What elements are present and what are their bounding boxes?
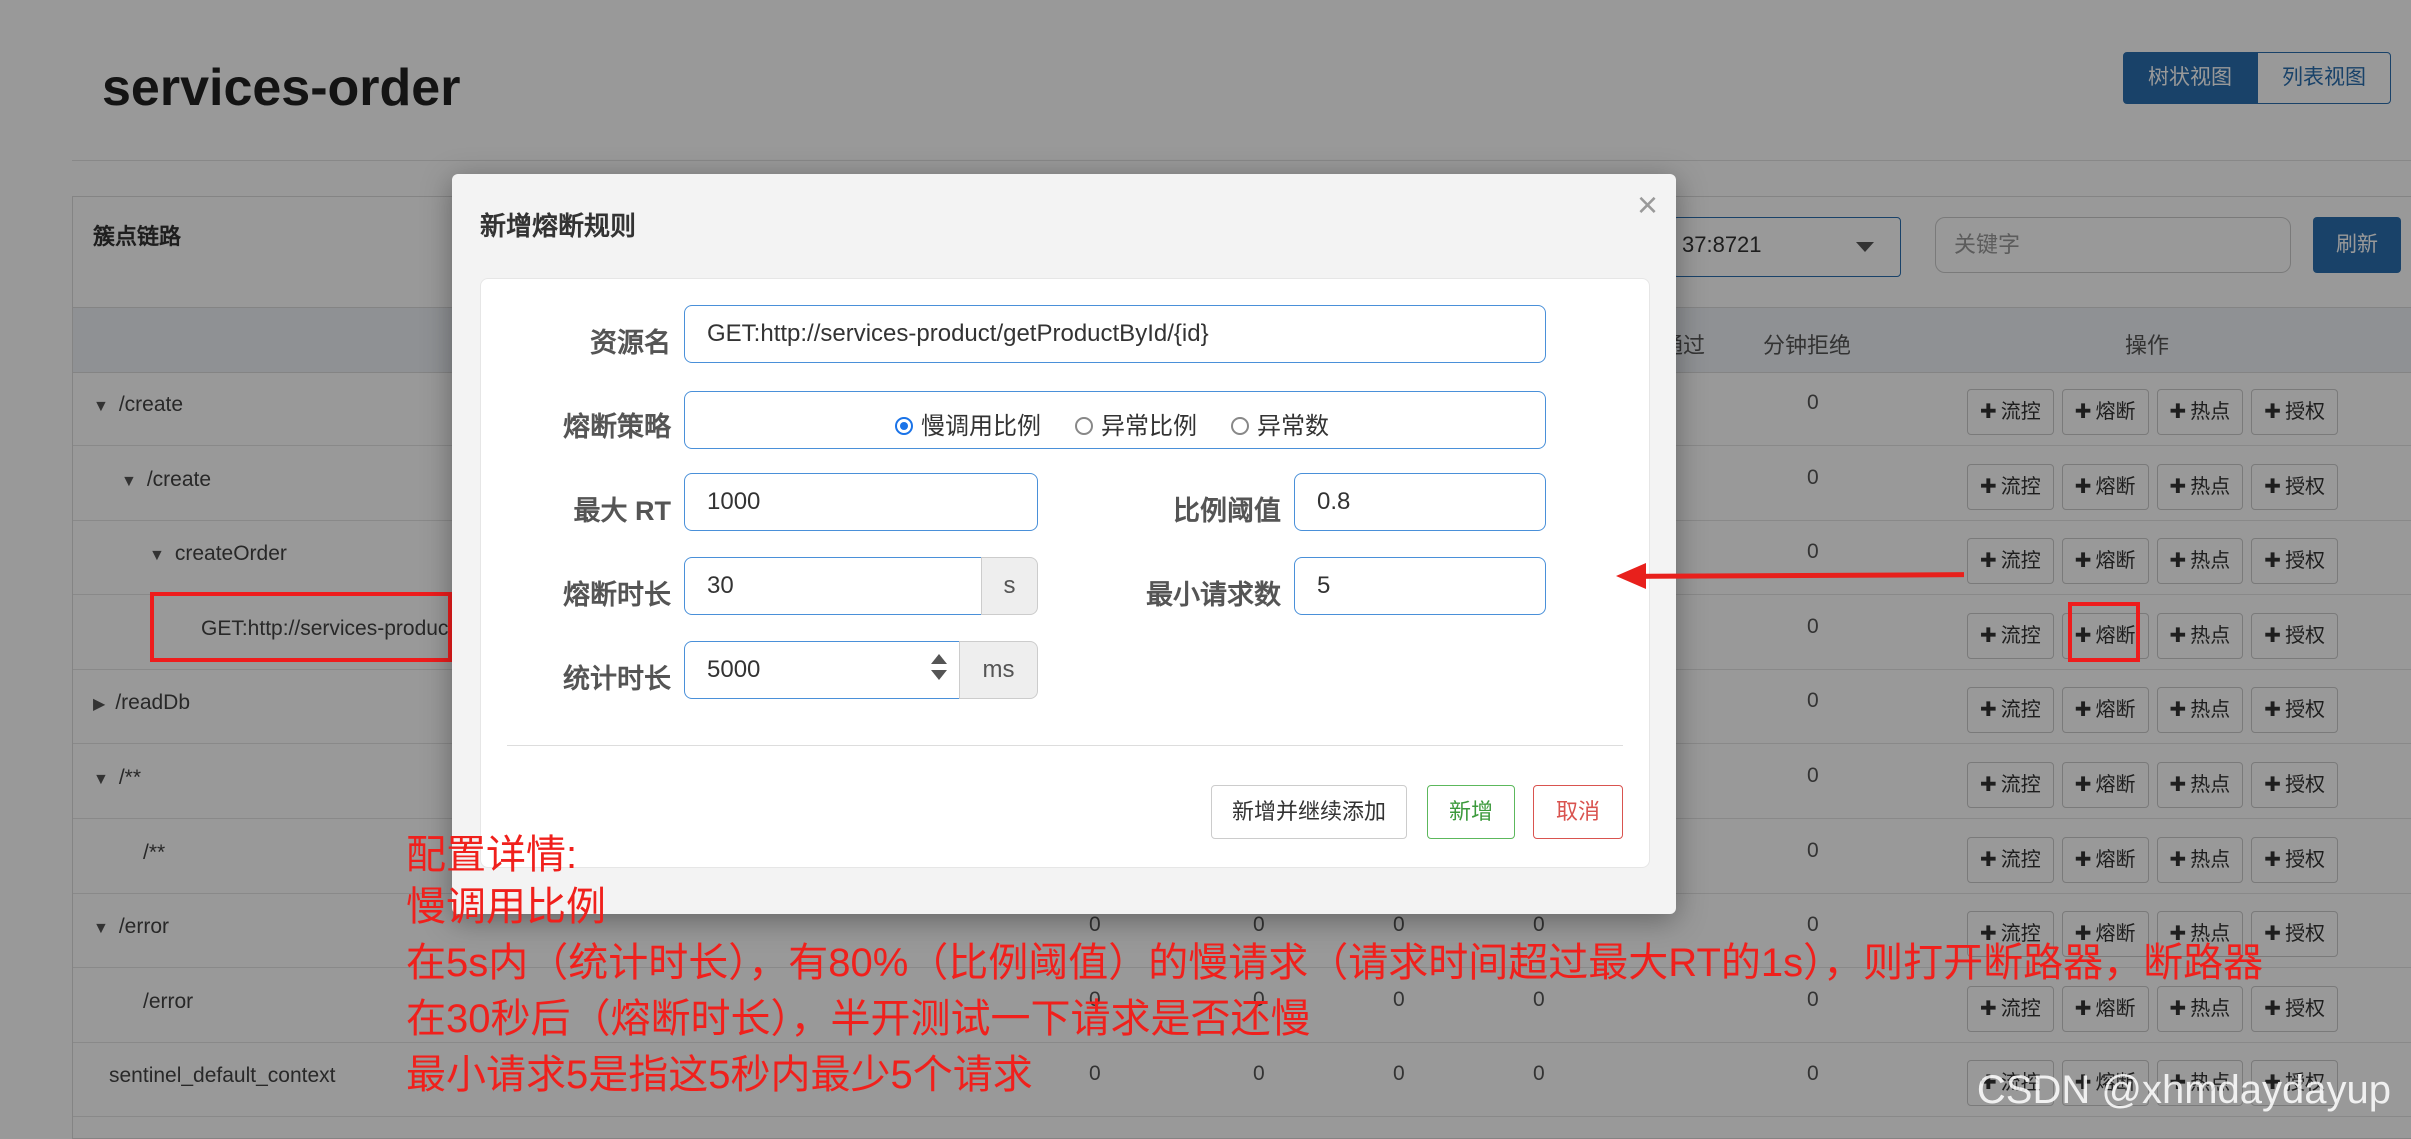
radio-slow-ratio-label: 慢调用比例 (921, 413, 1041, 440)
radio-exception-count-label: 异常数 (1257, 413, 1329, 440)
cancel-button[interactable]: 取消 (1533, 785, 1623, 839)
add-and-continue-button[interactable]: 新增并继续添加 (1211, 785, 1407, 839)
dialog-title: 新增熔断规则 (480, 211, 637, 241)
dialog-form: 资源名 GET:http://services-product/getProdu… (480, 278, 1650, 868)
min-request-field[interactable]: 5 (1294, 557, 1546, 615)
annotation-line: 配置详情: (406, 833, 578, 877)
radio-unselected-icon (1075, 416, 1093, 435)
degrade-rule-dialog: 新增熔断规则 × 资源名 GET:http://services-product… (452, 174, 1676, 914)
stat-interval-unit: ms (959, 641, 1038, 699)
ratio-threshold-label: 比例阈值 (1173, 496, 1281, 526)
annotation-line: 慢调用比例 (406, 885, 606, 929)
max-rt-field[interactable]: 1000 (684, 473, 1038, 531)
watermark: CSDN @xhmdaydayup (1976, 1068, 2391, 1112)
highlight-degrade-button-box (2068, 602, 2140, 662)
stat-interval-label: 统计时长 (563, 664, 671, 694)
break-duration-field[interactable]: 30 (684, 557, 982, 615)
radio-exception-ratio[interactable]: 异常比例 (1075, 406, 1197, 441)
annotation-line: 最小请求5是指这5秒内最少5个请求 (406, 1053, 1033, 1097)
form-divider (507, 745, 1623, 746)
radio-unselected-icon (1231, 416, 1249, 435)
radio-slow-ratio[interactable]: 慢调用比例 (895, 406, 1041, 441)
radio-exception-ratio-label: 异常比例 (1101, 413, 1197, 440)
add-button[interactable]: 新增 (1427, 785, 1515, 839)
strategy-label: 熔断策略 (563, 412, 671, 442)
strategy-radio-group: 慢调用比例 异常比例 异常数 (684, 391, 1546, 449)
close-icon[interactable]: × (1637, 184, 1658, 226)
annotation-line: 在5s内（统计时长），有80%（比例阈值）的慢请求（请求时间超过最大RT的1s）… (406, 941, 2264, 985)
radio-selected-icon (895, 416, 913, 435)
radio-exception-count[interactable]: 异常数 (1231, 406, 1329, 441)
stat-interval-field[interactable]: 5000 (684, 641, 960, 699)
annotation-line: 在30秒后（熔断时长），半开测试一下请求是否还慢 (406, 997, 1311, 1041)
highlight-resource-box (150, 592, 452, 662)
resource-name-field[interactable]: GET:http://services-product/getProductBy… (684, 305, 1546, 363)
max-rt-label: 最大 RT (573, 496, 672, 526)
number-spinner-icon[interactable] (931, 654, 947, 680)
break-duration-unit: s (981, 557, 1038, 615)
annotation-arrow-head (1616, 563, 1646, 589)
min-request-label: 最小请求数 (1146, 580, 1281, 610)
ratio-threshold-field[interactable]: 0.8 (1294, 473, 1546, 531)
break-duration-label: 熔断时长 (563, 580, 671, 610)
stat-interval-value: 5000 (707, 656, 761, 683)
resource-name-label: 资源名 (590, 328, 671, 358)
